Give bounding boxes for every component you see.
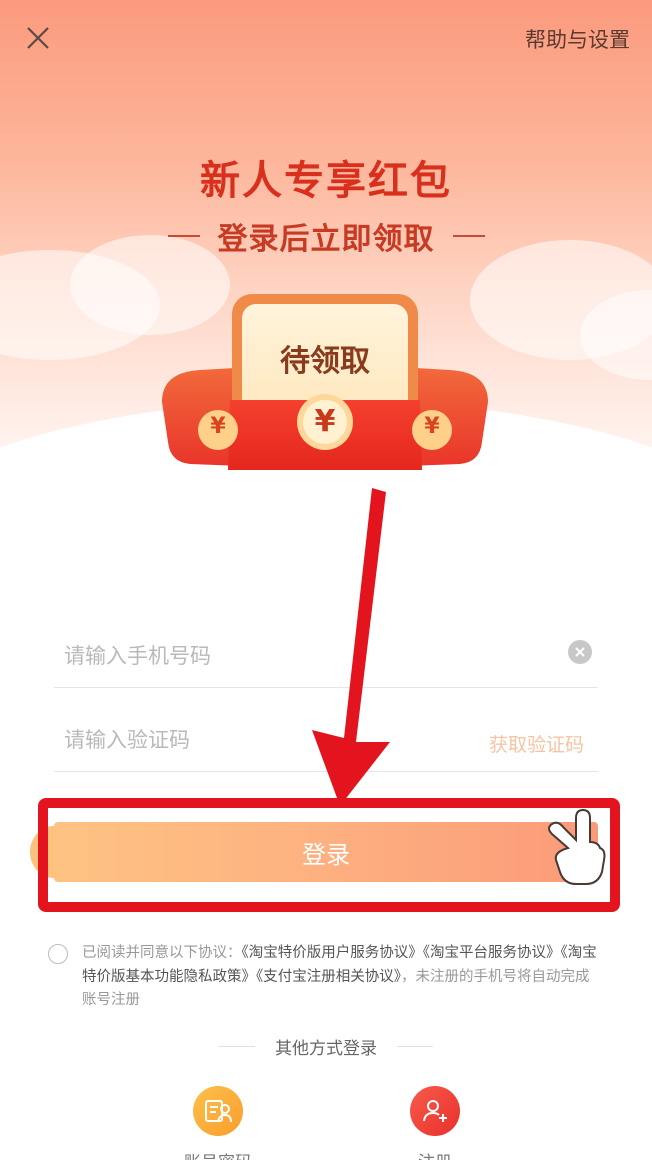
agreement-checkbox[interactable] (48, 944, 68, 964)
verification-code-field: 获取验证码 (54, 708, 598, 772)
agreement-prefix: 已阅读并同意以下协议： (82, 945, 242, 961)
divider (397, 1046, 433, 1047)
agreement-link-platform-service[interactable]: 《淘宝平台服务协议》 (423, 945, 561, 961)
register-user-icon (423, 1100, 447, 1122)
agreement-text: 已阅读并同意以下协议：《淘宝特价版用户服务协议》《淘宝平台服务协议》《淘宝特价版… (82, 942, 602, 1013)
promo-title: 新人专享红包 (200, 158, 452, 204)
help-settings-link[interactable]: 帮助与设置 (525, 24, 630, 54)
divider (219, 1046, 255, 1047)
red-envelope-illustration (162, 294, 488, 470)
other-login-header: 其他方式登录 (0, 1034, 652, 1059)
annotation-highlight-box (38, 798, 620, 912)
close-icon (27, 27, 49, 49)
agreement-link-alipay[interactable]: 《支付宝注册相关协议》 (256, 969, 401, 985)
promo-subtitle-row: 登录后立即领取 (0, 214, 652, 258)
account-password-login-button[interactable] (193, 1086, 243, 1136)
coin-yen-left: ¥ (210, 414, 226, 439)
envelope-label: 待领取 (280, 344, 370, 379)
promo-subtitle: 登录后立即领取 (217, 222, 435, 257)
verification-code-input[interactable] (64, 720, 484, 760)
other-login-title: 其他方式登录 (275, 1039, 377, 1059)
coin-yen-right: ¥ (424, 414, 440, 439)
envelope-yen-symbol: ¥ (314, 404, 336, 439)
divider (452, 235, 485, 237)
register-label: 注册 (375, 1148, 495, 1160)
account-password-label: 账号密码 (158, 1148, 278, 1160)
agreement-link-user-service[interactable]: 《淘宝特价版用户服务协议》 (242, 945, 423, 961)
clear-input-button[interactable] (568, 640, 592, 664)
account-password-icon (205, 1100, 232, 1123)
phone-input[interactable] (64, 636, 484, 676)
close-button[interactable] (22, 22, 54, 54)
phone-field (54, 624, 598, 688)
clear-icon (575, 647, 585, 657)
register-button[interactable] (410, 1086, 460, 1136)
get-code-button[interactable]: 获取验证码 (489, 730, 584, 757)
divider (167, 235, 200, 237)
